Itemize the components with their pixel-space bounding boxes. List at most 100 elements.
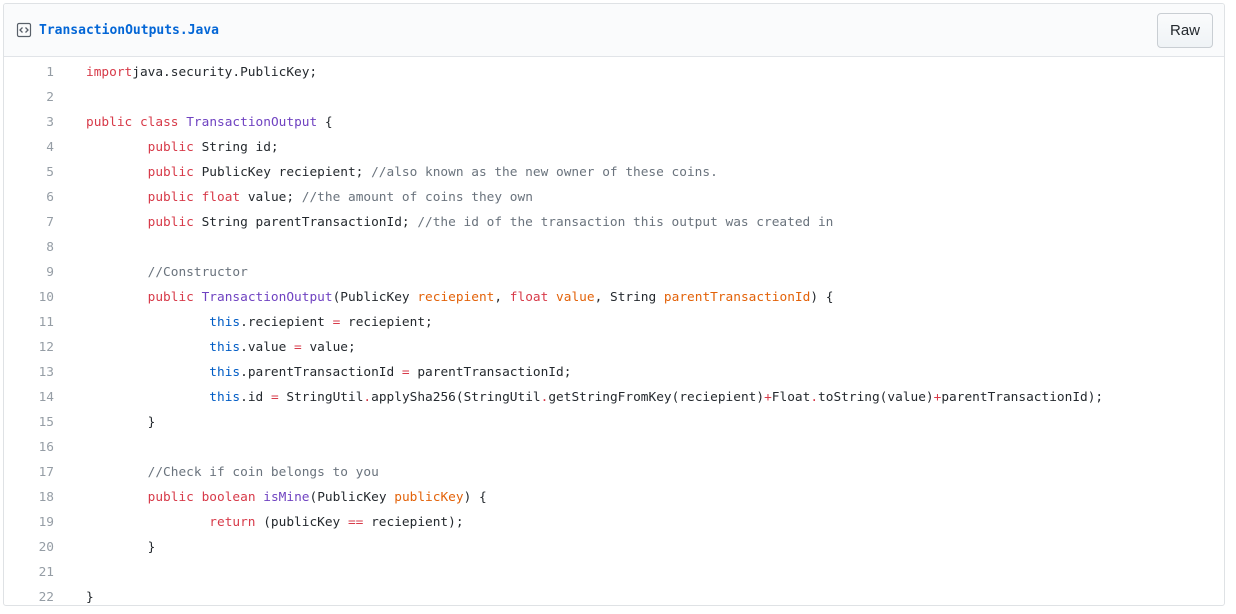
code-token: .value xyxy=(240,340,295,355)
code-token: java.security.PublicKey; xyxy=(132,65,318,80)
code-file-view: TransactionOutputs.Java Raw 1 importjava.… xyxy=(3,3,1225,606)
line-number[interactable]: 18 xyxy=(4,485,86,510)
code-token: public xyxy=(147,140,194,155)
code-line: 17 //Check if coin belongs to you xyxy=(4,460,1224,485)
code-token: public xyxy=(147,165,194,180)
line-number[interactable]: 16 xyxy=(4,435,86,460)
line-number[interactable]: 20 xyxy=(4,535,86,560)
line-number[interactable]: 9 xyxy=(4,260,86,285)
line-number[interactable]: 4 xyxy=(4,135,86,160)
code-token: String parentTransactionId; xyxy=(193,215,418,230)
code-token: StringUtil xyxy=(278,390,364,405)
code-token: float xyxy=(201,190,241,205)
code-token: import xyxy=(86,65,133,80)
code-line: 20 } xyxy=(4,535,1224,560)
code-token: TransactionOutput xyxy=(201,290,333,305)
line-number[interactable]: 3 xyxy=(4,110,86,135)
line-number[interactable]: 22 xyxy=(4,585,86,605)
line-number[interactable]: 21 xyxy=(4,560,86,585)
code-line: 9 //Constructor xyxy=(4,260,1224,285)
code-token: this xyxy=(209,365,241,380)
code-line: 10 public TransactionOutput(PublicKey re… xyxy=(4,285,1224,310)
code-line: 13 this.parentTransactionId = parentTran… xyxy=(4,360,1224,385)
line-code: } xyxy=(86,410,156,435)
line-code: } xyxy=(86,585,94,605)
code-token: value; xyxy=(240,190,302,205)
code-line: 19 return (publicKey == reciepient); xyxy=(4,510,1224,535)
code-token: //Constructor xyxy=(147,265,248,280)
line-code: this.reciepient = reciepient; xyxy=(86,310,433,335)
code-token: .parentTransactionId xyxy=(240,365,402,380)
line-code: //Constructor xyxy=(86,260,248,285)
line-number[interactable]: 7 xyxy=(4,210,86,235)
code-token: TransactionOutput xyxy=(186,115,318,130)
code-token: applySha256(StringUtil xyxy=(371,390,541,405)
code-line: 4 public String id; xyxy=(4,135,1224,160)
code-token: } xyxy=(86,590,94,605)
line-code: public String id; xyxy=(86,135,279,160)
line-number[interactable]: 2 xyxy=(4,85,86,110)
file-name[interactable]: TransactionOutputs.Java xyxy=(39,23,219,38)
code-line: 5 public PublicKey reciepient; //also kn… xyxy=(4,160,1224,185)
code-token: { xyxy=(317,115,333,130)
line-number[interactable]: 11 xyxy=(4,310,86,335)
line-code: this.parentTransactionId = parentTransac… xyxy=(86,360,571,385)
code-token: .id xyxy=(240,390,271,405)
code-token: //the id of the transaction this output … xyxy=(417,215,834,230)
code-token: public xyxy=(147,490,194,505)
code-token: //the amount of coins they own xyxy=(301,190,533,205)
code-token: reciepient; xyxy=(340,315,433,330)
code-token: = xyxy=(294,340,302,355)
line-code: } xyxy=(86,535,156,560)
code-line: 21 xyxy=(4,560,1224,585)
line-code: public PublicKey reciepient; //also know… xyxy=(86,160,718,185)
code-token: return xyxy=(209,515,256,530)
code-token: String id; xyxy=(193,140,279,155)
code-token: reciepient); xyxy=(363,515,464,530)
code-line: 1 importjava.security.PublicKey; xyxy=(4,60,1224,85)
line-number[interactable]: 13 xyxy=(4,360,86,385)
line-number[interactable]: 6 xyxy=(4,185,86,210)
line-number[interactable]: 15 xyxy=(4,410,86,435)
code-token: this xyxy=(209,315,241,330)
code-token: parentTransactionId xyxy=(663,290,811,305)
code-token: = xyxy=(401,365,410,380)
code-line: 2 xyxy=(4,85,1224,110)
code-token: public xyxy=(147,190,194,205)
line-number[interactable]: 19 xyxy=(4,510,86,535)
code-line: 14 this.id = StringUtil.applySha256(Stri… xyxy=(4,385,1224,410)
code-token: boolean xyxy=(201,490,256,505)
code-token: . xyxy=(810,390,819,405)
raw-button[interactable]: Raw xyxy=(1157,12,1213,48)
code-token: PublicKey reciepient; xyxy=(193,165,372,180)
code-token: //also known as the new owner of these c… xyxy=(371,165,718,180)
code-token: == xyxy=(347,515,364,530)
code-line: 6 public float value; //the amount of co… xyxy=(4,185,1224,210)
line-number[interactable]: 5 xyxy=(4,160,86,185)
code-line: 8 xyxy=(4,235,1224,260)
code-token: = xyxy=(270,390,279,405)
code-token: isMine xyxy=(263,490,310,505)
code-token: (publicKey xyxy=(255,515,348,530)
code-token: parentTransactionId; xyxy=(409,365,572,380)
line-code: public TransactionOutput(PublicKey recie… xyxy=(86,285,834,310)
line-code: this.id = StringUtil.applySha256(StringU… xyxy=(86,385,1103,410)
code-token: //Check if coin belongs to you xyxy=(147,465,379,480)
code-line: 12 this.value = value; xyxy=(4,335,1224,360)
code-token: (PublicKey xyxy=(309,490,395,505)
code-body: 1 importjava.security.PublicKey; 2 3 public … xyxy=(4,57,1224,605)
line-number[interactable]: 14 xyxy=(4,385,86,410)
line-number[interactable]: 12 xyxy=(4,335,86,360)
code-token: , xyxy=(494,290,510,305)
line-number[interactable]: 17 xyxy=(4,460,86,485)
code-token: reciepient xyxy=(417,290,495,305)
line-number[interactable]: 1 xyxy=(4,60,86,85)
line-code: importjava.security.PublicKey; xyxy=(86,60,317,85)
line-number[interactable]: 10 xyxy=(4,285,86,310)
line-number[interactable]: 8 xyxy=(4,235,86,260)
code-token: } xyxy=(147,540,156,555)
code-token: this xyxy=(209,340,241,355)
